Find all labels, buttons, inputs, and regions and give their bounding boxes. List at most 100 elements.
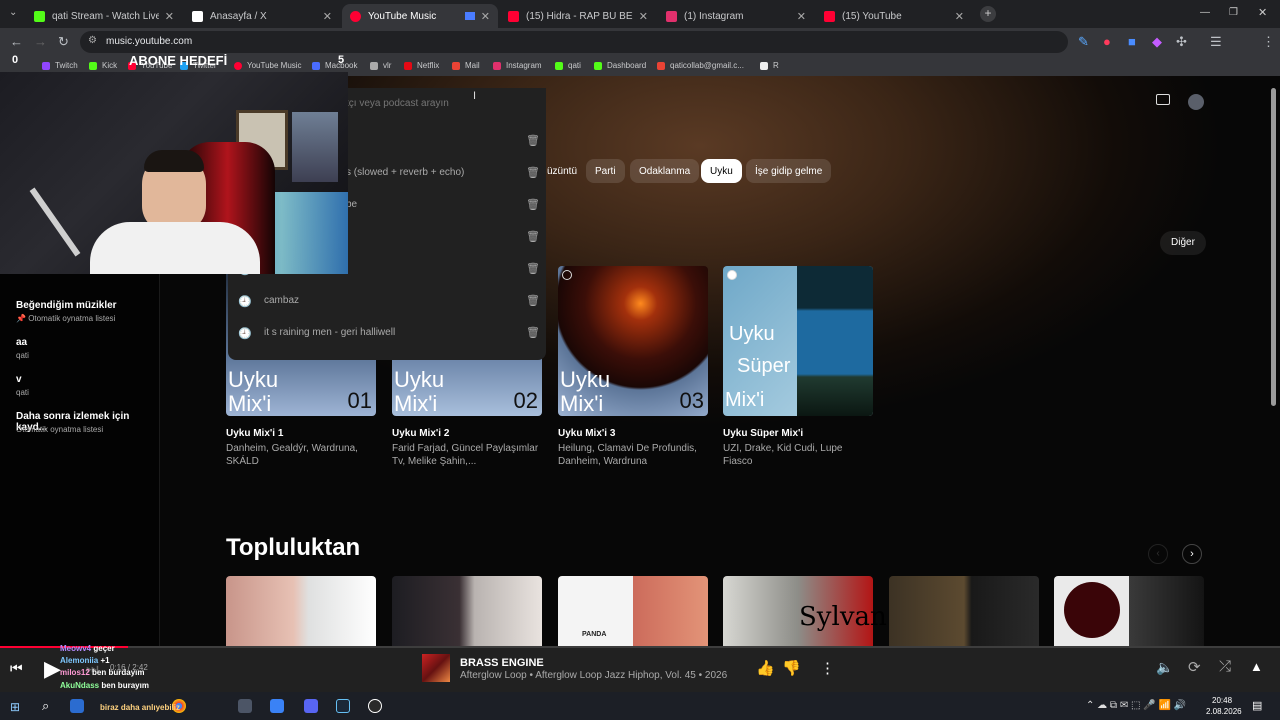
forward-icon[interactable]: →	[34, 34, 47, 49]
bookmark-netflix[interactable]: Netflix	[404, 61, 439, 70]
tab-kick[interactable]: qati Stream - Watch Live on Ki ✕	[26, 4, 182, 28]
new-tab-button[interactable]: +	[980, 6, 996, 22]
address-bar[interactable]: ⚙ music.youtube.com	[80, 31, 1068, 53]
settings-icon[interactable]	[238, 699, 252, 713]
account-avatar[interactable]	[1188, 94, 1204, 110]
chip-commute[interactable]: İşe gidip gelme	[746, 159, 832, 183]
scrollbar-thumb[interactable]	[1271, 88, 1276, 406]
bookmark-r[interactable]: R	[760, 61, 779, 70]
bookmark-mail[interactable]: Mail	[452, 61, 480, 70]
delete-icon[interactable]: 🗑	[526, 294, 540, 307]
browser-menu-icon[interactable]: ⋮	[1262, 34, 1275, 50]
delete-icon[interactable]: 🗑	[526, 262, 540, 275]
tab-search-icon[interactable]: ⌄	[9, 7, 17, 18]
play-icon[interactable]: ▶	[44, 656, 61, 682]
bookmark-twitch[interactable]: Twitch	[42, 61, 78, 70]
mix-card-4[interactable]: Uyku Süper Mix'i Uyku Süper Mix'i UZI, D…	[723, 266, 873, 468]
bookmark-youtube-music[interactable]: YouTube Music	[234, 61, 302, 70]
expand-player-icon[interactable]: ▲	[1250, 659, 1263, 674]
mix-title[interactable]: Uyku Süper Mix'i	[723, 428, 873, 439]
bookmark-kick[interactable]: Kick	[89, 61, 117, 70]
discord-icon[interactable]	[304, 699, 318, 713]
mix-thumbnail[interactable]: Uyku Mix'i 03	[558, 266, 708, 416]
back-icon[interactable]: ←	[10, 34, 23, 49]
obs-icon[interactable]	[368, 699, 382, 713]
community-playlist-5[interactable]	[889, 576, 1039, 646]
stream-left-count: 0	[12, 54, 19, 66]
close-window-icon[interactable]: ✕	[1258, 6, 1267, 19]
track-subtitle[interactable]: Afterglow Loop • Afterglow Loop Jazz Hip…	[460, 670, 727, 681]
mix-card-3[interactable]: Uyku Mix'i 03 Uyku Mix'i 3 Heilung, Clam…	[558, 266, 708, 468]
tab-youtube-hidra[interactable]: (15) Hidra - RAP BU BEYLER - Y ✕	[500, 4, 656, 28]
carousel-prev-button[interactable]: ‹	[1148, 544, 1168, 564]
bookmark-macbook[interactable]: Macbook	[312, 61, 357, 70]
reload-icon[interactable]: ↻	[58, 34, 69, 50]
mix-title[interactable]: Uyku Mix'i 2	[392, 428, 542, 439]
tab-youtube[interactable]: (15) YouTube ✕	[816, 4, 972, 28]
community-playlist-3[interactable]: PANDA	[558, 576, 708, 646]
tab-x[interactable]: Anasayfa / X ✕	[184, 4, 340, 28]
site-info-icon[interactable]: ⚙	[88, 35, 97, 46]
dislike-icon[interactable]: 👎	[782, 659, 801, 677]
community-playlist-1[interactable]	[226, 576, 376, 646]
close-icon[interactable]: ✕	[955, 10, 964, 23]
more-button[interactable]: Diğer	[1160, 231, 1206, 255]
tray-icons[interactable]: ⌃ ☁ ⧉ ✉ ⬚ 🎤 📶 🔊	[1086, 700, 1186, 711]
bookmark-vlr[interactable]: vlr	[370, 61, 391, 70]
extensions-puzzle-icon[interactable]: ✣	[1176, 34, 1187, 50]
windows-start-icon[interactable]: ⊞	[10, 700, 20, 714]
community-playlist-2[interactable]	[392, 576, 542, 646]
bookmark-dashboard[interactable]: Dashboard	[594, 61, 646, 70]
close-icon[interactable]: ✕	[639, 10, 648, 23]
close-icon[interactable]: ✕	[165, 10, 174, 23]
taskbar-app-icon[interactable]	[270, 699, 284, 713]
track-title[interactable]: BRASS ENGINE	[460, 657, 544, 669]
community-playlist-4[interactable]: Sylvan	[723, 576, 887, 646]
extension-purple-icon[interactable]: ◆	[1152, 34, 1162, 50]
cast-icon[interactable]	[1156, 94, 1170, 105]
search-icon[interactable]: ⌕	[42, 698, 49, 714]
extension-red-icon[interactable]: ●	[1103, 34, 1111, 49]
mix-title[interactable]: Uyku Mix'i 1	[226, 428, 376, 439]
chip-focus[interactable]: Odaklanma	[630, 159, 700, 183]
album-art[interactable]	[422, 654, 450, 682]
tab-instagram[interactable]: (1) Instagram ✕	[658, 4, 814, 28]
bookmark-qati[interactable]: qati	[555, 61, 581, 70]
previous-track-icon[interactable]: ⏮	[10, 660, 23, 677]
mix-title[interactable]: Uyku Mix'i 3	[558, 428, 708, 439]
close-icon[interactable]: ✕	[481, 10, 490, 23]
steam-icon[interactable]	[336, 699, 350, 713]
chip-party[interactable]: Parti	[586, 159, 625, 183]
delete-icon[interactable]: 🗑	[526, 326, 540, 339]
delete-icon[interactable]: 🗑	[526, 166, 540, 179]
progress-bar[interactable]	[0, 646, 1280, 648]
carousel-next-button[interactable]: ›	[1182, 544, 1202, 564]
minimize-icon[interactable]: —	[1200, 7, 1210, 18]
bookmark-instagram[interactable]: Instagram	[493, 61, 542, 70]
close-icon[interactable]: ✕	[323, 10, 332, 23]
mix-thumbnail[interactable]: Uyku Süper Mix'i	[723, 266, 873, 416]
delete-icon[interactable]: 🗑	[526, 134, 540, 147]
extension-translate-icon[interactable]: ✎	[1078, 34, 1089, 50]
taskbar-app-icon[interactable]	[70, 699, 84, 713]
recent-search-item[interactable]: 🕘 it s raining men - geri halliwell 🗑	[228, 318, 546, 350]
tab-youtube-music[interactable]: YouTube Music ✕	[342, 4, 498, 28]
extension-blue-icon[interactable]: ■	[1128, 34, 1136, 49]
shuffle-icon[interactable]: ⤮	[1219, 658, 1231, 675]
notification-icon[interactable]: ▤	[1252, 699, 1262, 712]
restore-icon[interactable]: ❐	[1229, 7, 1238, 18]
community-playlist-6[interactable]	[1054, 576, 1204, 646]
chip-sleep[interactable]: Uyku	[701, 159, 742, 183]
volume-icon[interactable]: 🔈	[1156, 659, 1173, 676]
delete-icon[interactable]: 🗑	[526, 230, 540, 243]
delete-icon[interactable]: 🗑	[526, 198, 540, 211]
bookmark-qaticollab[interactable]: qaticollab@gmail.c...	[657, 61, 744, 70]
close-icon[interactable]: ✕	[797, 10, 806, 23]
repeat-icon[interactable]: ⟳	[1188, 658, 1201, 676]
more-options-icon[interactable]: ⋮	[820, 659, 835, 677]
recent-search-item[interactable]: 🕘 cambaz 🗑	[228, 286, 546, 318]
clock-date[interactable]: 2.08.2026	[1206, 707, 1242, 716]
clock-time[interactable]: 20:48	[1212, 696, 1232, 705]
reading-list-icon[interactable]: ☰	[1210, 34, 1222, 50]
like-icon[interactable]: 👍	[756, 659, 775, 677]
